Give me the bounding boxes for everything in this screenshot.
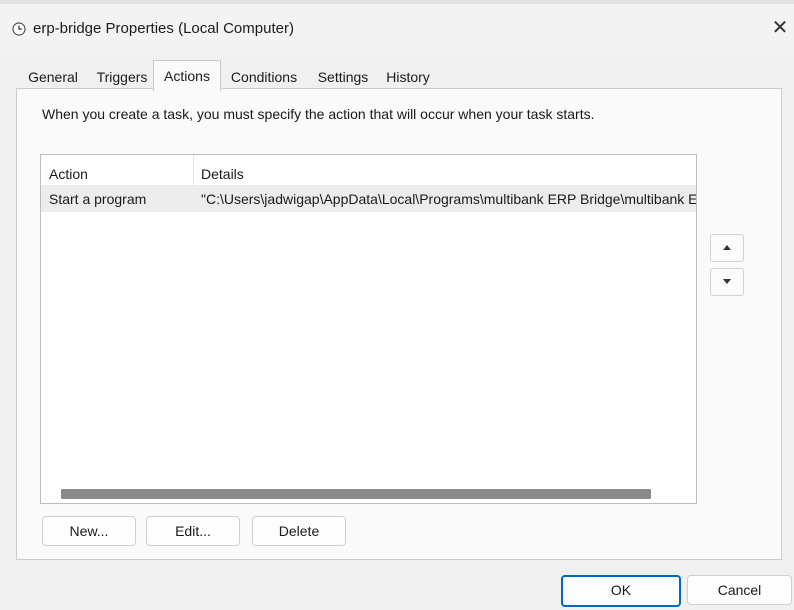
horizontal-scrollbar[interactable] bbox=[61, 489, 651, 499]
tab-actions[interactable]: Actions bbox=[153, 60, 221, 91]
clock-icon bbox=[12, 22, 26, 36]
column-header-action[interactable]: Action bbox=[49, 166, 88, 182]
tab-conditions[interactable]: Conditions bbox=[226, 66, 302, 88]
actions-list[interactable]: Action Details Start a program "C:\Users… bbox=[40, 154, 697, 504]
close-button[interactable]: ✕ bbox=[768, 14, 792, 42]
new-action-button[interactable]: New... bbox=[42, 516, 136, 546]
instructions-text: When you create a task, you must specify… bbox=[42, 106, 595, 122]
edit-action-button[interactable]: Edit... bbox=[146, 516, 240, 546]
move-up-button[interactable] bbox=[710, 234, 744, 262]
close-icon: ✕ bbox=[771, 17, 789, 39]
row-action-cell: Start a program bbox=[49, 191, 147, 207]
tab-general[interactable]: General bbox=[26, 66, 80, 88]
delete-action-button[interactable]: Delete bbox=[252, 516, 346, 546]
cancel-button[interactable]: Cancel bbox=[687, 575, 792, 605]
move-down-button[interactable] bbox=[710, 268, 744, 296]
tab-settings[interactable]: Settings bbox=[314, 66, 372, 88]
title-bar: erp-bridge Properties (Local Computer) ✕ bbox=[0, 0, 794, 56]
ok-button[interactable]: OK bbox=[561, 575, 681, 607]
window-title: erp-bridge Properties (Local Computer) bbox=[33, 20, 294, 37]
row-details-cell: "C:\Users\jadwigap\AppData\Local\Program… bbox=[201, 191, 697, 207]
column-header-details[interactable]: Details bbox=[201, 166, 244, 182]
tab-triggers[interactable]: Triggers bbox=[94, 66, 150, 88]
title-bar-edge bbox=[0, 0, 794, 4]
triangle-up-icon bbox=[723, 245, 731, 250]
column-divider[interactable] bbox=[193, 155, 194, 185]
triangle-down-icon bbox=[723, 279, 731, 284]
tab-history[interactable]: History bbox=[382, 66, 434, 88]
